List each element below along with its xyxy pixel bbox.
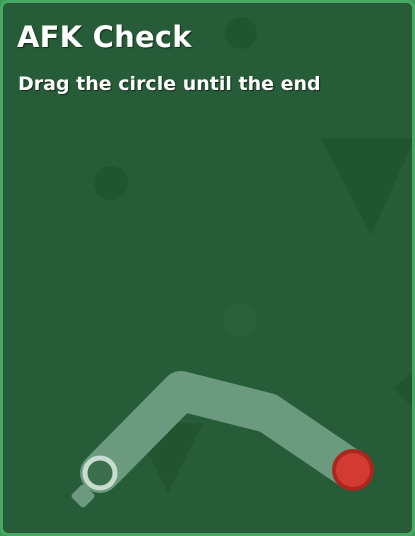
start-ring	[82, 455, 118, 491]
afk-check-panel: AFK Check Drag the circle until the end	[0, 0, 415, 536]
draggable-circle[interactable]	[332, 449, 374, 491]
drag-track	[80, 371, 372, 493]
drag-path-game	[71, 371, 374, 508]
